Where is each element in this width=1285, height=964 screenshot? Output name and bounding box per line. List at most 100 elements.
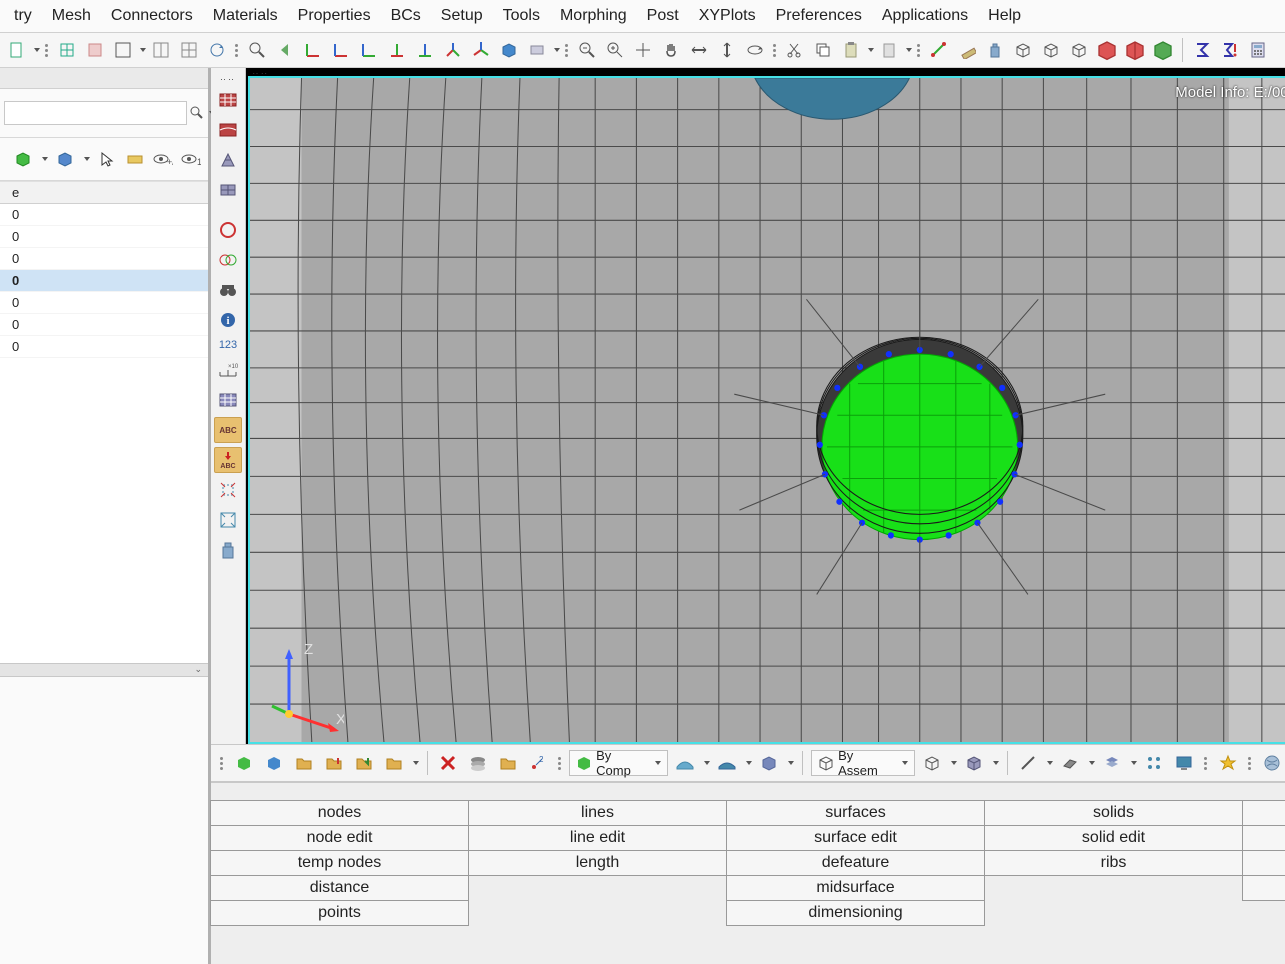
open-folder4-icon[interactable] — [381, 750, 407, 776]
dropdown-icon[interactable] — [868, 48, 874, 52]
by-assem-button[interactable]: By Assem — [811, 750, 915, 776]
axis-yz-icon[interactable] — [356, 37, 382, 63]
pan-h-icon[interactable] — [686, 37, 712, 63]
swap-icon[interactable] — [148, 37, 174, 63]
expand-icon[interactable] — [214, 477, 242, 503]
mesh-view1-icon[interactable] — [214, 87, 242, 113]
dropdown-icon[interactable] — [413, 761, 419, 765]
by-comp-button[interactable]: By Comp — [569, 750, 668, 776]
measure-icon[interactable] — [926, 37, 952, 63]
dropdown-icon[interactable] — [1131, 761, 1137, 765]
cmd-nodes[interactable]: nodes — [210, 800, 469, 826]
grid-icon[interactable] — [176, 37, 202, 63]
eye-plus-icon[interactable]: +/- — [152, 146, 174, 172]
cursor-icon[interactable] — [96, 146, 118, 172]
axis-persp-icon[interactable] — [468, 37, 494, 63]
cmd-solid-edit[interactable]: solid edit — [984, 825, 1243, 851]
circle-multi-icon[interactable] — [214, 247, 242, 273]
dropdown-icon[interactable] — [554, 48, 560, 52]
axis-xz-icon[interactable] — [328, 37, 354, 63]
refresh-icon[interactable] — [204, 37, 230, 63]
menu-connectors[interactable]: Connectors — [101, 3, 203, 29]
dropdown-icon[interactable] — [42, 157, 48, 161]
weight-icon[interactable] — [214, 537, 242, 563]
dropdown-icon[interactable] — [746, 761, 752, 765]
cut-icon[interactable] — [782, 37, 808, 63]
comp-color2-icon[interactable] — [261, 750, 287, 776]
menu-properties[interactable]: Properties — [288, 3, 381, 29]
add-page-icon[interactable] — [54, 37, 80, 63]
new-icon[interactable] — [4, 37, 30, 63]
open-folder2-icon[interactable] — [321, 750, 347, 776]
mesh-persp-icon[interactable] — [214, 147, 242, 173]
line-icon[interactable] — [1016, 750, 1042, 776]
tree-row[interactable]: 0 — [0, 226, 208, 248]
dropdown-icon[interactable] — [788, 761, 794, 765]
tree-row[interactable]: 0 — [0, 314, 208, 336]
cube-green-icon[interactable] — [1150, 37, 1176, 63]
globe-icon[interactable] — [1259, 750, 1285, 776]
surf-blue1-icon[interactable] — [672, 750, 698, 776]
calculator-icon[interactable] — [1245, 37, 1271, 63]
cmd-line-edit[interactable]: line edit — [468, 825, 727, 851]
delete-x-icon[interactable] — [436, 750, 462, 776]
cmd-distance[interactable]: distance — [210, 875, 469, 901]
cmd-blank[interactable] — [1242, 875, 1285, 901]
label-abc1-icon[interactable]: ABC — [214, 417, 242, 443]
cmd-blank[interactable] — [1242, 850, 1285, 876]
stack-icon[interactable] — [465, 750, 491, 776]
cube-blue-icon[interactable] — [756, 750, 782, 776]
scale-icon[interactable]: ×10 — [214, 357, 242, 383]
search-icon[interactable] — [189, 103, 205, 123]
cube-red1-icon[interactable] — [1094, 37, 1120, 63]
cmd-surface-edit[interactable]: surface edit — [726, 825, 985, 851]
zoom-fit-icon[interactable] — [602, 37, 628, 63]
model-tree[interactable]: e 0 0 0 0 0 0 0 — [0, 181, 208, 663]
axis-y-icon[interactable] — [384, 37, 410, 63]
open-folder-icon[interactable] — [291, 750, 317, 776]
pan-icon[interactable] — [658, 37, 684, 63]
nodes-cluster-icon[interactable] — [1141, 750, 1167, 776]
back-icon[interactable] — [272, 37, 298, 63]
cube-wire2-icon[interactable] — [961, 750, 987, 776]
cmd-midsurface[interactable]: midsurface — [726, 875, 985, 901]
node-num-icon[interactable]: 2 — [525, 750, 551, 776]
dropdown-icon[interactable] — [1089, 761, 1095, 765]
dropdown-icon[interactable] — [993, 761, 999, 765]
paste-icon[interactable] — [838, 37, 864, 63]
cmd-defeature[interactable]: defeature — [726, 850, 985, 876]
menu-bcs[interactable]: BCs — [381, 3, 431, 29]
menu-materials[interactable]: Materials — [203, 3, 288, 29]
menu-tools[interactable]: Tools — [493, 3, 550, 29]
axis-iso-icon[interactable] — [440, 37, 466, 63]
sigma-excl-icon[interactable] — [1217, 37, 1243, 63]
cmd-dimensioning[interactable]: dimensioning — [726, 900, 985, 926]
cube-wire1-icon[interactable] — [919, 750, 945, 776]
tree-row[interactable]: 0 — [0, 248, 208, 270]
cmd-blank[interactable] — [1242, 825, 1285, 851]
zoom-window-icon[interactable] — [574, 37, 600, 63]
cmd-points[interactable]: points — [210, 900, 469, 926]
rotate-icon[interactable] — [742, 37, 768, 63]
ruler-icon[interactable] — [954, 37, 980, 63]
copy-icon[interactable] — [810, 37, 836, 63]
show-icon[interactable] — [124, 146, 146, 172]
dropdown-icon[interactable] — [84, 157, 90, 161]
cube-red2-icon[interactable] — [1122, 37, 1148, 63]
tree-search-input[interactable] — [4, 101, 187, 125]
model-color-icon[interactable] — [12, 146, 34, 172]
tree-row[interactable]: 0 — [0, 204, 208, 226]
menu-xyplots[interactable]: XYPlots — [689, 3, 766, 29]
menu-preferences[interactable]: Preferences — [766, 3, 872, 29]
plane-icon[interactable] — [1057, 750, 1083, 776]
binoculars-icon[interactable] — [214, 277, 242, 303]
tree-row-selected[interactable]: 0 — [0, 270, 208, 292]
mass-icon[interactable] — [982, 37, 1008, 63]
cmd-blank[interactable] — [1242, 800, 1285, 826]
model-blue-icon[interactable] — [54, 146, 76, 172]
view-plane-icon[interactable] — [524, 37, 550, 63]
menu-morphing[interactable]: Morphing — [550, 3, 637, 29]
contract-icon[interactable] — [214, 507, 242, 533]
3d-viewport[interactable]: Model Info: E:/001 Z X — [248, 76, 1285, 744]
menu-post[interactable]: Post — [637, 3, 689, 29]
